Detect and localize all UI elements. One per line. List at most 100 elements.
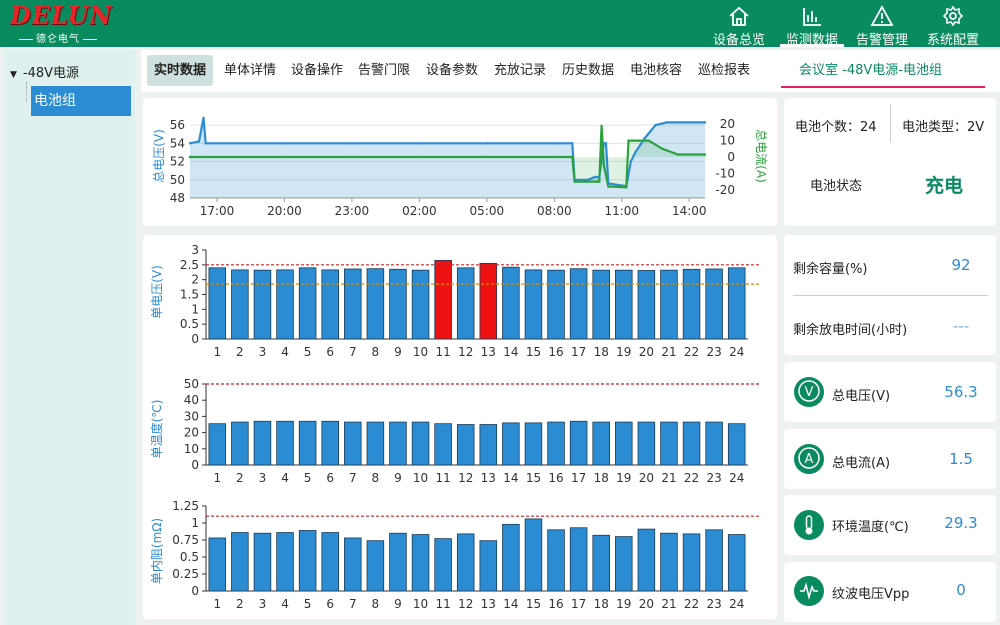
x-axis-tick: 18 (594, 471, 609, 485)
cell-voltage-bar (524, 269, 543, 340)
tab-inspection-report[interactable]: 巡检报表 (694, 55, 754, 86)
current-point (703, 153, 707, 156)
voltage-point (204, 142, 207, 145)
right-axis-tick: -10 (715, 166, 735, 180)
x-axis-tick: 05:00 (470, 204, 505, 218)
y-axis-tick: 1 (191, 302, 199, 316)
current-point (600, 124, 603, 128)
tab-device-params[interactable]: 设备参数 (422, 55, 482, 86)
caret-down-icon[interactable]: ▼ (10, 70, 17, 80)
x-axis-tick: 11 (435, 471, 450, 485)
current-point (418, 155, 421, 159)
cell-voltage-bar (705, 268, 723, 340)
y-axis-tick: 0 (191, 584, 199, 598)
tree-node-root[interactable]: ▼ -48V电源 (10, 62, 79, 81)
cell-resistance-bar (411, 534, 430, 592)
x-axis-tick: 18 (594, 597, 609, 611)
voltage-point (607, 182, 610, 185)
cell-voltage-bar (366, 268, 385, 340)
voltage-point (665, 121, 668, 124)
tab-charge-records[interactable]: 充放记录 (490, 55, 550, 86)
cell-voltage-bar (411, 269, 430, 340)
cell-temperature-bar (615, 421, 633, 466)
cell-temperature-bar (321, 420, 339, 466)
tree-node-battery-group[interactable]: 电池组 (31, 86, 131, 116)
cell-voltage-bar (344, 268, 362, 340)
battery-type: 电池类型：2V (902, 120, 985, 135)
tab-device-operation[interactable]: 设备操作 (287, 55, 347, 86)
total-voltage-current-chart: 48 50 52 54 56 -20 -10 0 10 20 17:00 20:00 23:00 02:0… (152, 116, 768, 218)
tab-capacity-test[interactable]: 电池核容 (626, 55, 686, 86)
cell-temperature-bar (660, 421, 678, 466)
cell-resistance-bar (524, 518, 543, 592)
cell-temperature-bar (389, 421, 407, 466)
cell-temperature-chart: 010203040501 2 3 4 5 6 7 8 9 10 11 12 13 14 15 16 17 18 19… (184, 377, 760, 485)
divider (890, 104, 891, 142)
x-axis-tick: 1 (213, 471, 221, 485)
remaining-capacity-value: 92 (951, 256, 971, 274)
x-axis-tick: 10 (413, 597, 428, 611)
x-axis-tick: 21 (661, 345, 676, 359)
x-axis-tick: 7 (349, 471, 357, 485)
tab-cell-details[interactable]: 单体详情 (220, 55, 280, 86)
voltage-point (604, 142, 608, 145)
voltage-point (593, 175, 597, 179)
cell-temperature-bar (344, 421, 362, 466)
battery-status-value: 充电 (925, 175, 964, 197)
x-axis-tick: 16 (548, 471, 563, 485)
x-axis-tick: 08:00 (537, 204, 572, 218)
x-axis-tick: 4 (281, 471, 289, 485)
battery-count: 电池个数：24 (795, 120, 877, 135)
nav-label: 系统配置 (926, 33, 979, 48)
cell-temperature-bar (479, 424, 498, 466)
y-axis-tick: 0 (191, 332, 199, 346)
x-axis-tick: 12 (458, 597, 473, 611)
nav-alarm-management[interactable]: 告警管理 (846, 0, 918, 48)
nav-system-config[interactable]: 系统配置 (917, 0, 989, 48)
x-axis-tick: 22 (684, 597, 699, 611)
y-axis-tick: 0 (191, 458, 199, 472)
ripple-icon (794, 576, 824, 606)
cell-temperature-bar (682, 421, 701, 466)
voltage-point (654, 123, 657, 127)
x-axis-tick: 24 (729, 597, 744, 611)
x-axis-tick: 17:00 (200, 204, 235, 218)
cell-resistance-bar (592, 534, 610, 592)
x-axis-tick: 02:00 (402, 204, 437, 218)
capacity-card: 剩余容量(%) 92 剩余放电时间(小时) --- (784, 235, 996, 355)
tab-realtime-data[interactable]: 实时数据 (147, 55, 213, 86)
voltage-point (634, 151, 637, 154)
x-axis-tick: 6 (326, 471, 334, 485)
cell-resistance-bar (276, 532, 294, 592)
current-glyph: A (805, 452, 814, 467)
x-axis-tick: 3 (259, 471, 267, 485)
y-axis-tick: 2.5 (180, 258, 199, 272)
x-axis-tick: 20 (639, 345, 654, 359)
ambient-temperature-label: 环境温度(℃) (832, 520, 909, 535)
left-axis-label: 总电压(V) (152, 129, 166, 183)
cell-resistance-bar (321, 532, 339, 592)
y-axis-tick: 0.5 (180, 317, 199, 331)
tab-history-data[interactable]: 历史数据 (558, 55, 618, 86)
device-tree-sidebar: ▼ -48V电源 电池组 (4, 50, 135, 625)
nav-monitor-data[interactable]: 监测数据 (776, 0, 848, 48)
bar-chart-icon (803, 8, 821, 26)
current-point (485, 155, 489, 159)
cell-temperature-bar (569, 420, 588, 466)
stat-card-ripple-voltage: 纹波电压Vpp 0 (784, 562, 996, 622)
total-current-label: 总电流(A) (832, 456, 891, 471)
voltage-point (197, 140, 201, 143)
y-axis-tick: 1 (191, 516, 199, 530)
x-axis-tick: 17 (571, 597, 586, 611)
tab-alarm-threshold[interactable]: 告警门限 (354, 55, 414, 86)
x-axis-tick: 13 (481, 471, 496, 485)
nav-device-overview[interactable]: 设备总览 (703, 0, 775, 48)
current-point (598, 180, 601, 183)
current-point (647, 139, 650, 142)
cell-resistance-bar (569, 527, 588, 592)
y-axis-tick: 3 (191, 243, 199, 257)
x-axis-tick: 10 (413, 345, 428, 359)
cell-temperature-bar (727, 423, 746, 466)
top-header: DELUN 德仑电气 设备总览 监测数据 告警管理 系统配置 (0, 0, 1000, 48)
thermometer-icon (794, 510, 824, 540)
